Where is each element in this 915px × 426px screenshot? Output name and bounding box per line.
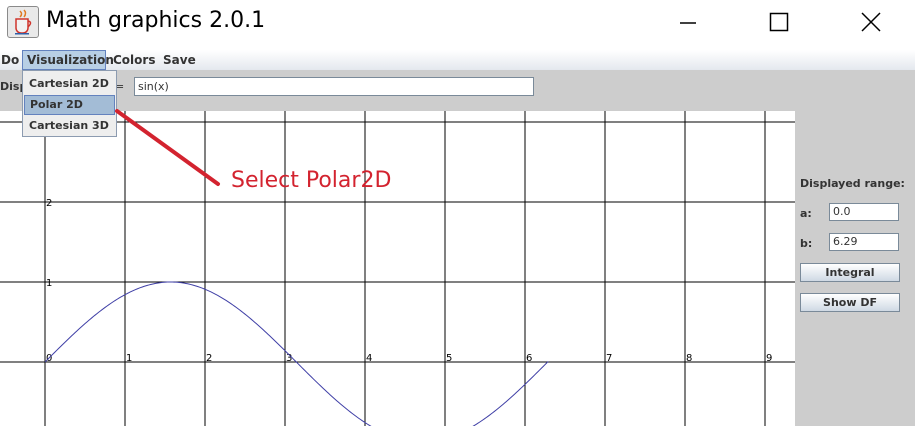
close-icon	[861, 12, 881, 32]
plot-canvas[interactable]: 0 1 2 3 4 5 6 7 8 921	[0, 111, 795, 426]
function-toolbar: Disp = sin(x)	[0, 70, 915, 111]
menu-item-polar-2d[interactable]: Polar 2D	[24, 95, 115, 115]
x-tick-label: 1	[126, 353, 132, 364]
minimize-button[interactable]	[665, 0, 711, 44]
java-cup-icon	[7, 6, 39, 38]
x-tick-label: 7	[606, 353, 612, 364]
displayed-range-label: Displayed range:	[800, 177, 905, 190]
menu-colors[interactable]: Colors	[109, 50, 159, 70]
plot-grid	[0, 111, 795, 426]
y-tick-label: 2	[46, 198, 52, 209]
menu-save[interactable]: Save	[159, 50, 200, 70]
y-tick-label: 1	[46, 278, 52, 289]
x-tick-label: 5	[446, 353, 452, 364]
integral-button[interactable]: Integral	[800, 263, 900, 282]
range-a-input[interactable]: 0.0	[829, 203, 899, 221]
x-tick-label: 2	[206, 353, 212, 364]
range-a-label: a:	[800, 207, 812, 220]
menu-item-cartesian-3d[interactable]: Cartesian 3D	[24, 116, 115, 136]
visualization-dropdown: Cartesian 2D Polar 2D Cartesian 3D	[22, 70, 117, 137]
x-tick-label: 6	[526, 353, 532, 364]
window-title: Math graphics 2.0.1	[46, 8, 266, 33]
x-tick-label: 9	[766, 353, 772, 364]
range-b-label: b:	[800, 237, 813, 250]
menu-visualization[interactable]: Visualization	[22, 50, 114, 70]
annotation-text: Select Polar2D	[231, 168, 392, 193]
range-b-input[interactable]: 6.29	[829, 233, 899, 251]
function-curve	[44, 281, 549, 426]
plot-labels: 0 1 2 3 4 5 6 7 8 921	[46, 198, 772, 364]
menu-bar: Do Visualization Colors Save	[0, 50, 915, 70]
maximize-icon	[769, 12, 789, 32]
show-df-button[interactable]: Show DF	[800, 293, 900, 312]
x-tick-label: 8	[686, 353, 692, 364]
maximize-button[interactable]	[756, 0, 802, 44]
minimize-icon	[680, 22, 696, 24]
x-tick-label: 4	[366, 353, 372, 364]
menu-item-cartesian-2d[interactable]: Cartesian 2D	[24, 74, 115, 94]
range-panel: Displayed range: a: 0.0 b: 6.29 Integral…	[795, 111, 915, 426]
function-input[interactable]: sin(x)	[134, 77, 534, 96]
menu-do[interactable]: Do	[0, 50, 23, 70]
close-button[interactable]	[848, 0, 894, 44]
title-bar: Math graphics 2.0.1	[0, 0, 915, 50]
